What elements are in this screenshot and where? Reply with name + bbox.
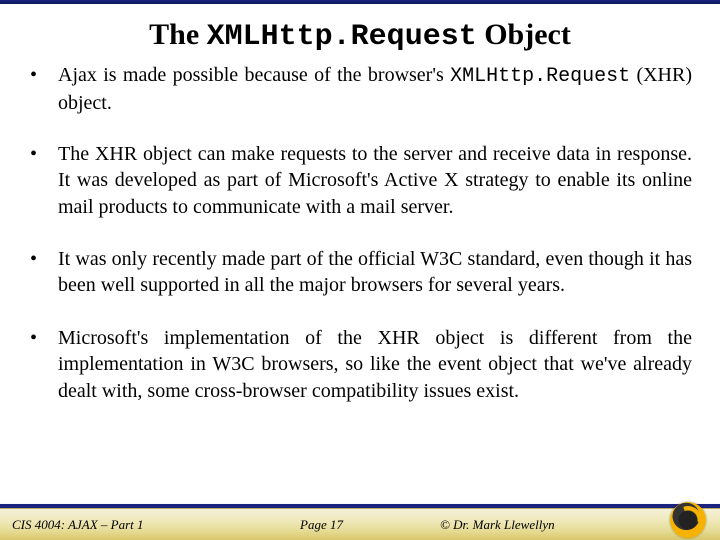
bullet-item: It was only recently made part of the of… xyxy=(28,246,692,301)
slide-body: Ajax is made possible because of the bro… xyxy=(28,62,692,430)
footer-course: CIS 4004: AJAX – Part 1 xyxy=(12,517,144,533)
footer-bar: CIS 4004: AJAX – Part 1 Page 17 © Dr. Ma… xyxy=(0,508,720,540)
top-rule xyxy=(0,0,720,4)
slide-title: The XMLHttp.Request Object xyxy=(0,18,720,54)
ucf-logo-icon xyxy=(670,502,706,538)
bullet-text-pre: Microsoft's implementation of the XHR ob… xyxy=(58,327,692,402)
bullet-item: Ajax is made possible because of the bro… xyxy=(28,62,692,117)
title-mono: XMLHttp.Request xyxy=(207,20,477,54)
bullet-list: Ajax is made possible because of the bro… xyxy=(28,62,692,406)
bullet-item: Microsoft's implementation of the XHR ob… xyxy=(28,325,692,406)
footer-page-number: Page 17 xyxy=(300,517,343,533)
bullet-text-pre: The XHR object can make requests to the … xyxy=(58,143,692,218)
footer-copyright: © Dr. Mark Llewellyn xyxy=(440,517,555,533)
slide: The XMLHttp.Request Object Ajax is made … xyxy=(0,0,720,540)
bullet-item: The XHR object can make requests to the … xyxy=(28,141,692,222)
title-pre: The xyxy=(149,18,207,51)
bullet-text-pre: Ajax is made possible because of the bro… xyxy=(58,64,450,86)
bullet-text-mono: XMLHttp.Request xyxy=(450,65,630,88)
title-post: Object xyxy=(477,18,571,51)
bullet-text-pre: It was only recently made part of the of… xyxy=(58,248,692,296)
slide-footer: CIS 4004: AJAX – Part 1 Page 17 © Dr. Ma… xyxy=(0,498,720,540)
